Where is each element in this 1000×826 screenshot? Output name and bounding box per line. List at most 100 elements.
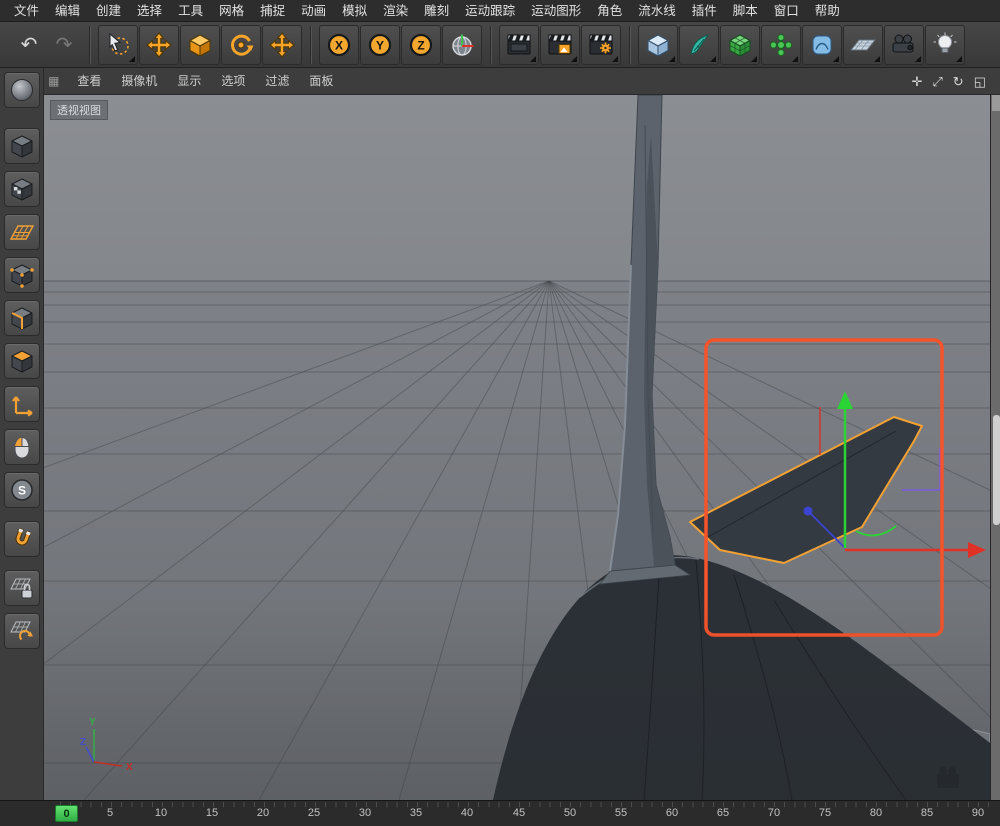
menu-animate[interactable]: 动画 xyxy=(293,0,334,22)
x-axis-icon: X xyxy=(325,31,353,59)
viewport-label: 透视视图 xyxy=(50,100,108,120)
timeline-ruler[interactable]: 0 5 10 15 20 25 30 35 40 45 50 55 60 65 … xyxy=(0,800,1000,826)
menu-simulate[interactable]: 模拟 xyxy=(334,0,375,22)
right-panel-tab[interactable] xyxy=(992,95,1000,111)
menu-select[interactable]: 选择 xyxy=(129,0,170,22)
viewport-menubar: ▦ 查看 摄像机 显示 选项 过滤 面板 ✛ ⤢ ↻ ◱ xyxy=(44,68,1000,95)
model-mode-icon[interactable] xyxy=(4,128,40,164)
undo-button[interactable]: ↶ xyxy=(12,25,46,65)
menu-help[interactable]: 帮助 xyxy=(807,0,848,22)
pan-view-icon[interactable]: ✛ xyxy=(911,74,922,90)
frame-label: 10 xyxy=(155,807,167,819)
vp-menu-filter[interactable]: 过滤 xyxy=(255,68,299,95)
svg-text:X: X xyxy=(335,38,343,52)
menu-mesh[interactable]: 网格 xyxy=(211,0,252,22)
navigation-sphere-icon[interactable] xyxy=(4,72,40,108)
render-settings-button[interactable] xyxy=(581,25,621,65)
frame-label: 40 xyxy=(461,807,473,819)
frame-label: 15 xyxy=(206,807,218,819)
render-picture-viewer-button[interactable] xyxy=(540,25,580,65)
menu-pipeline[interactable]: 流水线 xyxy=(630,0,684,22)
gizmo-z-handle[interactable] xyxy=(804,507,813,516)
frame-label: 70 xyxy=(768,807,780,819)
light-bulb-icon xyxy=(931,31,959,59)
menu-edit[interactable]: 编辑 xyxy=(47,0,88,22)
menu-render[interactable]: 渲染 xyxy=(375,0,416,22)
frame-label: 20 xyxy=(257,807,269,819)
render-view-button[interactable] xyxy=(499,25,539,65)
vp-menu-panel[interactable]: 面板 xyxy=(299,68,343,95)
vp-menu-options[interactable]: 选项 xyxy=(211,68,255,95)
points-mode-icon[interactable] xyxy=(4,257,40,293)
x-axis-lock-button[interactable]: X xyxy=(319,25,359,65)
menu-plugins[interactable]: 插件 xyxy=(684,0,725,22)
floor-button[interactable] xyxy=(843,25,883,65)
enable-axis-icon[interactable] xyxy=(4,386,40,422)
frame-label: 35 xyxy=(410,807,422,819)
scale-icon xyxy=(186,31,214,59)
current-frame-marker[interactable]: 0 xyxy=(55,805,78,822)
mograph-cloner-button[interactable] xyxy=(761,25,801,65)
frame-label: 85 xyxy=(921,807,933,819)
zoom-view-icon[interactable]: ⤢ xyxy=(932,74,942,90)
rotate-tool[interactable] xyxy=(221,25,261,65)
toggle-view-icon[interactable]: ◱ xyxy=(974,74,986,90)
texture-mode-icon[interactable] xyxy=(4,171,40,207)
scale-tool[interactable] xyxy=(180,25,220,65)
viewport-canvas[interactable]: 透视视图 xyxy=(44,95,990,800)
light-button[interactable] xyxy=(925,25,965,65)
align-workplane-icon[interactable] xyxy=(4,613,40,649)
live-selection-tool[interactable] xyxy=(98,25,138,65)
viewport-solo-icon[interactable] xyxy=(4,429,40,465)
menu-mograph[interactable]: 运动图形 xyxy=(523,0,589,22)
menu-sculpt[interactable]: 雕刻 xyxy=(416,0,457,22)
add-cube-button[interactable] xyxy=(638,25,678,65)
scene: Y Z X xyxy=(44,95,990,800)
drag-grid-icon[interactable]: ▦ xyxy=(48,74,59,88)
enable-snap-magnet-icon[interactable] xyxy=(4,521,40,557)
menubar: 文件 编辑 创建 选择 工具 网格 捕捉 动画 模拟 渲染 雕刻 运动跟踪 运动… xyxy=(0,0,1000,22)
vp-menu-cameras[interactable]: 摄像机 xyxy=(111,68,167,95)
cube-icon xyxy=(644,31,672,59)
vp-menu-display[interactable]: 显示 xyxy=(167,68,211,95)
menu-character[interactable]: 角色 xyxy=(589,0,630,22)
menu-window[interactable]: 窗口 xyxy=(766,0,807,22)
menu-motion-tracker[interactable]: 运动跟踪 xyxy=(457,0,523,22)
pen-spline-button[interactable] xyxy=(679,25,719,65)
z-axis-icon: Z xyxy=(407,31,435,59)
right-panel-edge[interactable] xyxy=(990,95,1000,800)
menu-snap[interactable]: 捕捉 xyxy=(252,0,293,22)
redo-button[interactable]: ↷ xyxy=(47,25,81,65)
coordinate-system-toggle[interactable] xyxy=(442,25,482,65)
frame-label: 80 xyxy=(870,807,882,819)
y-axis-lock-button[interactable]: Y xyxy=(360,25,400,65)
subdivision-surface-button[interactable] xyxy=(720,25,760,65)
menu-tools[interactable]: 工具 xyxy=(170,0,211,22)
floor-grid-icon xyxy=(849,31,877,59)
frame-label: 65 xyxy=(717,807,729,819)
z-axis-lock-button[interactable]: Z xyxy=(401,25,441,65)
menu-script[interactable]: 脚本 xyxy=(725,0,766,22)
application-window: 文件 编辑 创建 选择 工具 网格 捕捉 动画 模拟 渲染 雕刻 运动跟踪 运动… xyxy=(0,0,1000,826)
main-toolbar: ↶ ↷ xyxy=(0,22,1000,68)
vp-menu-view[interactable]: 查看 xyxy=(67,68,111,95)
rotate-icon xyxy=(227,31,255,59)
rotate-view-icon[interactable]: ↻ xyxy=(953,74,964,90)
workplane-mode-icon[interactable] xyxy=(4,214,40,250)
right-scrollbar[interactable] xyxy=(993,415,1000,525)
menu-create[interactable]: 创建 xyxy=(88,0,129,22)
menu-file[interactable]: 文件 xyxy=(6,0,47,22)
last-used-tool[interactable] xyxy=(262,25,302,65)
edges-mode-icon[interactable] xyxy=(4,300,40,336)
globe-icon xyxy=(448,31,476,59)
move-icon xyxy=(145,31,173,59)
toolbar-separator xyxy=(89,26,91,64)
polygons-mode-icon[interactable] xyxy=(4,343,40,379)
camera-button[interactable] xyxy=(884,25,924,65)
move-tool[interactable] xyxy=(139,25,179,65)
deformer-button[interactable] xyxy=(802,25,842,65)
lock-workplane-icon[interactable] xyxy=(4,570,40,606)
render-settings-icon xyxy=(587,31,615,59)
snap-badge-icon[interactable]: S xyxy=(4,472,40,508)
deformer-icon xyxy=(808,31,836,59)
